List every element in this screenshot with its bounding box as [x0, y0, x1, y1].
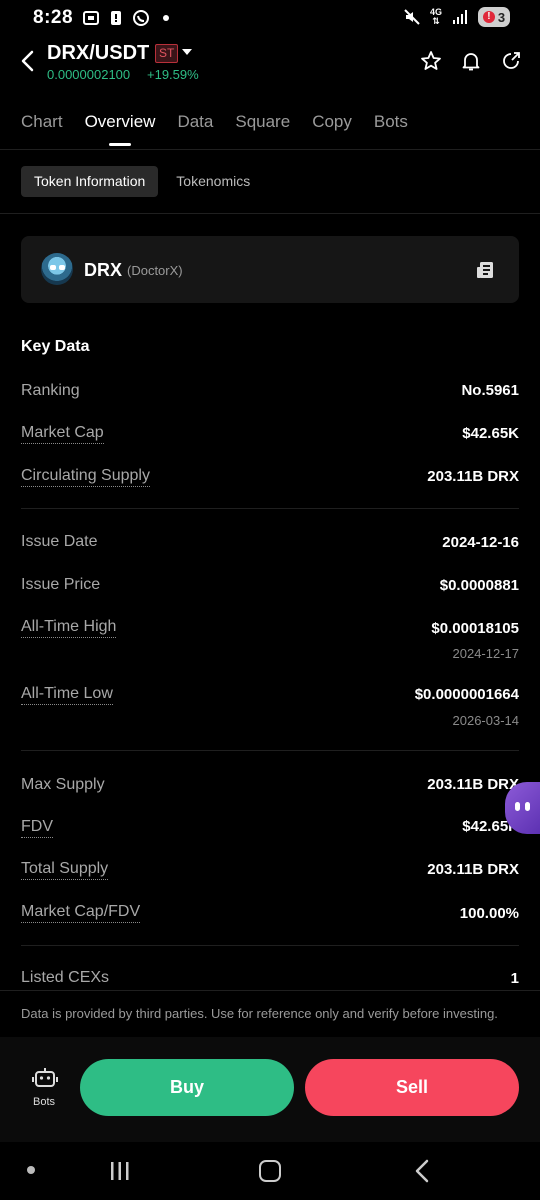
- pair-header: DRX/USDT ST 0.0000002100 +19.59%: [0, 36, 540, 92]
- back-icon[interactable]: [16, 46, 40, 76]
- max-supply-label: Max Supply: [21, 776, 105, 793]
- tab-data[interactable]: Data: [177, 112, 213, 132]
- subtab-tokenomics[interactable]: Tokenomics: [176, 166, 250, 197]
- bell-icon[interactable]: [460, 50, 482, 72]
- ath-date: 2024-12-17: [452, 646, 520, 661]
- nav-dot-icon[interactable]: [27, 1166, 35, 1174]
- mute-icon: [404, 9, 420, 25]
- mcap-fdv-value: 100.00%: [459, 905, 519, 922]
- whatsapp-icon: [133, 10, 149, 26]
- share-icon[interactable]: [500, 50, 522, 72]
- tabs-divider: [0, 149, 540, 150]
- section-divider: [21, 508, 519, 509]
- sell-button[interactable]: Sell: [305, 1059, 519, 1116]
- total-supply-value: 203.11B DRX: [427, 861, 519, 878]
- pair-title[interactable]: DRX/USDT: [47, 42, 149, 65]
- screen-record-icon: [83, 11, 99, 25]
- star-icon[interactable]: [420, 50, 442, 72]
- alert-icon: [111, 11, 121, 25]
- issue-date-value: 2024-12-16: [442, 534, 519, 551]
- assistant-bubble[interactable]: [505, 782, 540, 834]
- token-symbol: DRX: [84, 260, 123, 280]
- listed-cexs-label: Listed CEXs: [21, 969, 110, 986]
- whitepaper-icon[interactable]: [475, 260, 495, 280]
- key-data-title: Key Data: [21, 338, 90, 355]
- battery-alert: !: [482, 11, 495, 23]
- sub-tabs: Token Information Tokenomics: [21, 166, 250, 197]
- bots-label[interactable]: Bots: [33, 1096, 55, 1108]
- battery-icon: ! 3: [478, 7, 510, 27]
- issue-date-label: Issue Date: [21, 533, 98, 550]
- signal-icon: [453, 10, 467, 24]
- ranking-value: No.5961: [461, 382, 519, 399]
- dot-icon: [163, 15, 169, 21]
- token-name: (DoctorX): [127, 263, 183, 278]
- header-actions: [420, 50, 522, 72]
- st-badge: ST: [155, 44, 179, 63]
- atl-date: 2026-03-14: [452, 713, 520, 728]
- issue-price-value: $0.0000881: [439, 577, 519, 594]
- ranking-label: Ranking: [21, 382, 80, 399]
- status-bar: 8:28 4G ⇅ ! 3: [0, 0, 540, 36]
- recent-apps-icon[interactable]: [109, 1161, 131, 1181]
- tab-chart[interactable]: Chart: [21, 112, 63, 132]
- circulating-supply-value: 203.11B DRX: [427, 468, 519, 485]
- bots-icon[interactable]: [32, 1065, 58, 1091]
- tab-copy[interactable]: Copy: [312, 112, 352, 132]
- ath-value: $0.00018105: [431, 620, 519, 637]
- disclaimer-divider: [0, 990, 540, 991]
- disclaimer-text: Data is provided by third parties. Use f…: [21, 1006, 498, 1021]
- issue-price-label: Issue Price: [21, 576, 101, 593]
- max-supply-value: 203.11B DRX: [427, 776, 519, 793]
- circulating-supply-label[interactable]: Circulating Supply: [21, 467, 150, 487]
- market-cap-label[interactable]: Market Cap: [21, 424, 104, 444]
- battery-level: 3: [497, 9, 506, 25]
- token-card[interactable]: DRX (DoctorX): [21, 236, 519, 303]
- total-supply-label[interactable]: Total Supply: [21, 860, 109, 880]
- buy-button[interactable]: Buy: [80, 1059, 294, 1116]
- tab-square[interactable]: Square: [235, 112, 290, 132]
- tab-bots[interactable]: Bots: [374, 112, 408, 132]
- price-change: +19.59%: [147, 67, 199, 82]
- nav-back-icon[interactable]: [414, 1159, 430, 1183]
- network-indicator: 4G ⇅: [429, 7, 442, 26]
- system-nav-bar: [0, 1142, 540, 1200]
- section-divider: [21, 945, 519, 946]
- last-price: 0.0000002100: [47, 67, 131, 82]
- home-icon[interactable]: [259, 1160, 281, 1182]
- section-divider: [21, 750, 519, 751]
- status-time: 8:28: [33, 7, 74, 28]
- listed-cexs-value: 1: [510, 970, 519, 987]
- mcap-fdv-label[interactable]: Market Cap/FDV: [21, 903, 141, 923]
- main-tabs: Chart Overview Data Square Copy Bots: [21, 112, 408, 146]
- network-label: 4G: [429, 7, 442, 17]
- trade-bar: Bots Buy Sell: [0, 1037, 540, 1142]
- subtab-token-information[interactable]: Token Information: [21, 166, 159, 197]
- atl-label[interactable]: All-Time Low: [21, 685, 113, 705]
- subtabs-divider: [0, 213, 540, 214]
- notification-icons: [82, 9, 175, 27]
- system-indicators: 4G ⇅ ! 3: [403, 7, 510, 27]
- fdv-label[interactable]: FDV: [21, 818, 53, 838]
- tab-overview[interactable]: Overview: [85, 112, 155, 146]
- token-logo: [41, 253, 73, 285]
- chevron-down-icon[interactable]: [182, 49, 192, 55]
- atl-value: $0.0000001664: [414, 686, 519, 703]
- market-cap-value: $42.65K: [462, 425, 519, 442]
- ath-label[interactable]: All-Time High: [21, 618, 117, 638]
